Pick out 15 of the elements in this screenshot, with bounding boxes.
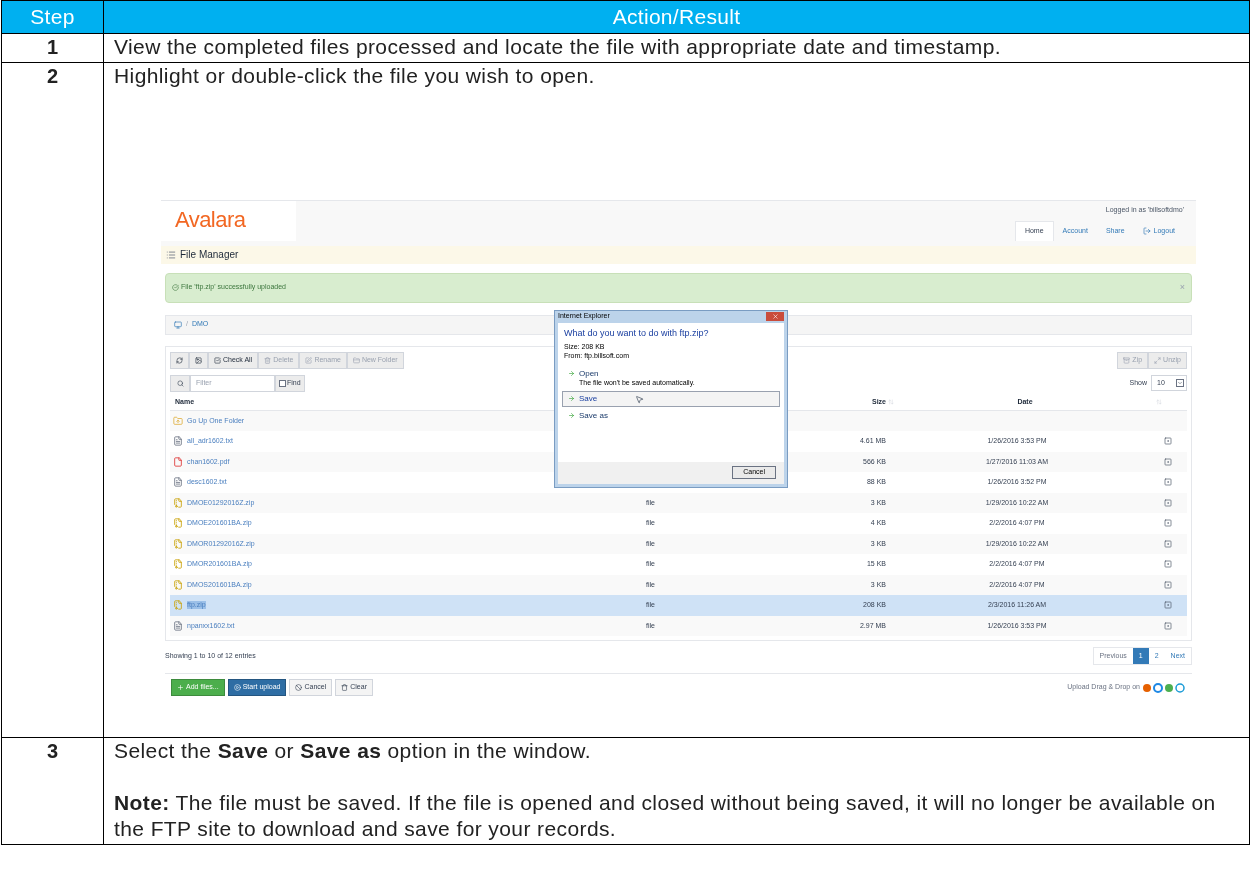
step-number: 2 xyxy=(46,64,59,87)
step-number: 3 xyxy=(46,739,59,762)
step-text: Note: The file must be saved. If the file is opened and closed without being saved, it will no longer be available on the FTP site to download and save for your records. xyxy=(114,789,1217,842)
option-label: Save xyxy=(579,394,598,404)
logo: Avalara xyxy=(161,200,296,241)
dialog-question: What do you want to do with ftp.zip? xyxy=(564,327,710,339)
column-header: Action/Result xyxy=(103,0,1250,33)
step-text: Select the Save or Save as option in the window. xyxy=(114,737,592,764)
column-header: Step xyxy=(1,0,104,33)
option-label: Open xyxy=(579,369,599,379)
step-number: 1 xyxy=(46,35,59,58)
step-text: View the completed files processed and locate the file with appropriate date and timestamp. xyxy=(114,33,1002,60)
step-text: Highlight or double-click the file you wish to open. xyxy=(114,62,596,89)
option-label: Save as xyxy=(579,410,608,421)
page-title: File Manager xyxy=(180,248,239,261)
